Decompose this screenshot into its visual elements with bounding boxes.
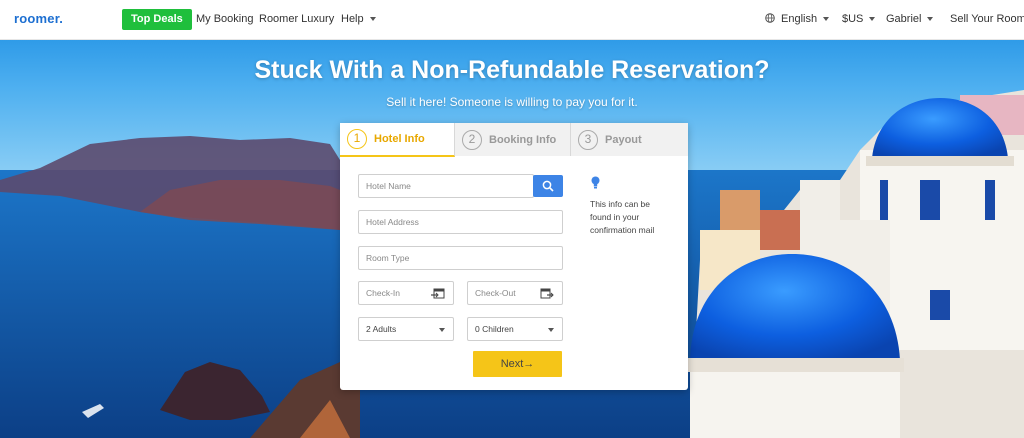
roomer-logo[interactable]: roomer. bbox=[14, 11, 63, 26]
tab-hotel-info[interactable]: 1 Hotel Info bbox=[340, 123, 455, 157]
step-number: 2 bbox=[462, 129, 482, 150]
next-button[interactable]: Next→ bbox=[473, 351, 562, 377]
tab-payout[interactable]: 3 Payout bbox=[571, 123, 688, 156]
sell-room-form-card: 1 Hotel Info 2 Booking Info 3 Payout Hot… bbox=[340, 123, 688, 390]
user-name: Gabriel bbox=[886, 13, 922, 25]
tab-booking-info[interactable]: 2 Booking Info bbox=[455, 123, 571, 156]
adults-select[interactable]: 2 Adults bbox=[358, 317, 454, 341]
step-number: 3 bbox=[578, 129, 598, 150]
tab-label: Booking Info bbox=[489, 133, 557, 146]
children-value: 0 Children bbox=[475, 324, 514, 334]
roomer-luxury-link[interactable]: Roomer Luxury bbox=[259, 13, 334, 25]
top-navbar: roomer. Top Deals My Booking Roomer Luxu… bbox=[0, 0, 1024, 40]
calendar-checkin-icon bbox=[431, 288, 445, 299]
step-number: 1 bbox=[347, 129, 367, 149]
hotel-address-input[interactable]: Hotel Address bbox=[358, 210, 563, 234]
tab-label: Hotel Info bbox=[374, 133, 425, 145]
chevron-down-icon bbox=[369, 17, 376, 22]
room-type-input[interactable]: Room Type bbox=[358, 246, 563, 270]
chevron-down-icon bbox=[439, 328, 445, 332]
info-hint-text: This info can be found in your confirmat… bbox=[590, 199, 655, 235]
check-in-placeholder: Check-In bbox=[366, 288, 401, 298]
hotel-name-input[interactable]: Hotel Name bbox=[358, 174, 534, 198]
language-label: English bbox=[781, 13, 818, 25]
chevron-down-icon bbox=[823, 17, 830, 22]
search-icon bbox=[542, 180, 554, 192]
chevron-down-icon bbox=[548, 328, 554, 332]
help-label: Help bbox=[341, 13, 364, 25]
hero-title: Stuck With a Non-Refundable Reservation? bbox=[254, 56, 770, 84]
currency-label: $US bbox=[842, 13, 864, 25]
hero-subtitle: Sell it here! Someone is willing to pay … bbox=[386, 95, 638, 109]
check-out-input[interactable]: Check-Out bbox=[467, 281, 563, 305]
currency-menu[interactable]: $US bbox=[842, 13, 876, 25]
help-menu[interactable]: Help bbox=[341, 13, 376, 25]
calendar-checkout-icon bbox=[540, 288, 554, 299]
my-booking-link[interactable]: My Booking bbox=[196, 13, 253, 25]
check-in-input[interactable]: Check-In bbox=[358, 281, 454, 305]
language-menu[interactable]: English bbox=[765, 13, 830, 25]
children-select[interactable]: 0 Children bbox=[467, 317, 563, 341]
tab-label: Payout bbox=[605, 133, 642, 146]
chevron-down-icon bbox=[927, 17, 934, 22]
lightbulb-icon bbox=[591, 176, 600, 189]
adults-value: 2 Adults bbox=[366, 324, 397, 334]
sell-your-room-link[interactable]: Sell Your Room bbox=[950, 13, 1024, 25]
globe-icon bbox=[765, 13, 775, 23]
check-out-placeholder: Check-Out bbox=[475, 288, 516, 298]
search-button[interactable] bbox=[533, 175, 563, 197]
top-deals-button[interactable]: Top Deals bbox=[122, 9, 192, 30]
user-menu[interactable]: Gabriel bbox=[886, 13, 934, 25]
chevron-down-icon bbox=[869, 17, 876, 22]
form-step-tabs: 1 Hotel Info 2 Booking Info 3 Payout bbox=[340, 123, 688, 157]
